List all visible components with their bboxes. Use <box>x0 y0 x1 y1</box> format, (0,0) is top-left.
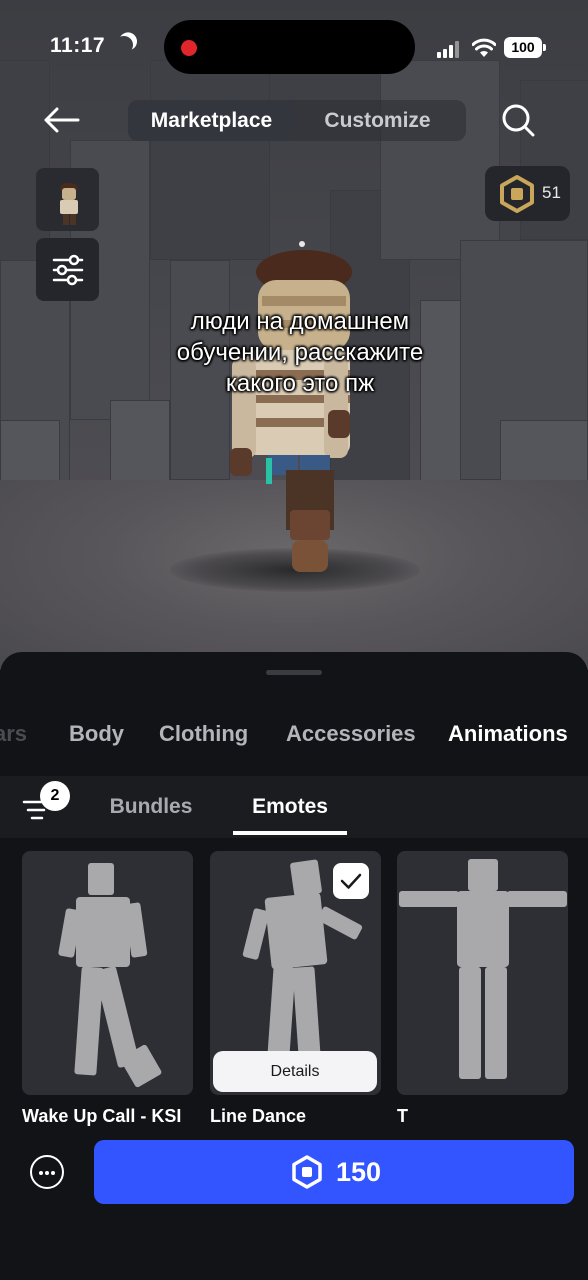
caption-line: люди на домашнем <box>190 308 410 335</box>
robux-balance[interactable]: 51 <box>485 166 570 221</box>
robux-amount: 51 <box>542 183 561 202</box>
emote-thumbnail <box>58 863 162 1088</box>
item-card-t[interactable] <box>397 851 568 1095</box>
emote-thumbnail <box>399 859 567 1079</box>
subtab-bundles[interactable]: Bundles <box>100 776 202 838</box>
cellular-signal-icon <box>437 40 463 58</box>
selected-checkbox[interactable] <box>333 863 369 899</box>
item-card-wake-up-call[interactable] <box>22 851 193 1095</box>
avatar-thumbnail-icon <box>60 183 78 225</box>
status-bar: 11:17 100 <box>0 0 588 96</box>
checkmark-icon <box>340 873 362 889</box>
category-tabs: ars Body Clothing Accessories Animations <box>0 708 588 760</box>
sheet-grabber[interactable] <box>266 670 322 675</box>
sliders-icon <box>52 254 84 286</box>
robux-icon <box>292 1155 322 1189</box>
dynamic-island <box>164 20 415 74</box>
wifi-icon <box>472 38 496 57</box>
battery-indicator: 100 <box>504 37 546 58</box>
category-tab-accessories[interactable]: Accessories <box>286 708 416 760</box>
caption-line: обучении, расскажите <box>176 339 424 366</box>
avatar-figure <box>230 241 352 572</box>
category-tab-body[interactable]: Body <box>69 708 124 760</box>
price-label: 150 <box>336 1157 382 1187</box>
item-title: T <box>397 1106 408 1126</box>
subtab-emotes[interactable]: Emotes <box>233 776 347 838</box>
details-button[interactable]: Details <box>213 1051 377 1092</box>
moon-icon <box>112 33 135 56</box>
recording-dot-icon <box>181 40 197 56</box>
item-title: Line Dance <box>210 1106 307 1126</box>
more-options-icon[interactable] <box>30 1155 64 1189</box>
video-caption: люди на домашнем обучении, расскажите ка… <box>150 306 450 399</box>
filter-count-badge: 2 <box>40 781 70 811</box>
category-tab-clothing[interactable]: Clothing <box>159 708 248 760</box>
adjust-filters-button[interactable] <box>36 238 99 301</box>
tab-customize[interactable]: Customize <box>305 100 450 141</box>
item-title: Wake Up Call - KSI <box>22 1106 182 1126</box>
robux-icon <box>500 175 534 213</box>
search-icon[interactable] <box>498 100 538 140</box>
category-tab-avatars[interactable]: ars <box>0 708 27 760</box>
active-tab-underline <box>233 831 347 835</box>
avatar-thumbnail-button[interactable] <box>36 168 99 231</box>
caption-line: какого это пж <box>225 370 375 397</box>
clock: 11:17 <box>50 34 106 57</box>
back-arrow-icon[interactable] <box>40 100 84 140</box>
buy-button[interactable]: 150 <box>94 1140 574 1204</box>
tab-marketplace[interactable]: Marketplace <box>128 100 295 141</box>
category-tab-animations[interactable]: Animations <box>448 708 568 760</box>
